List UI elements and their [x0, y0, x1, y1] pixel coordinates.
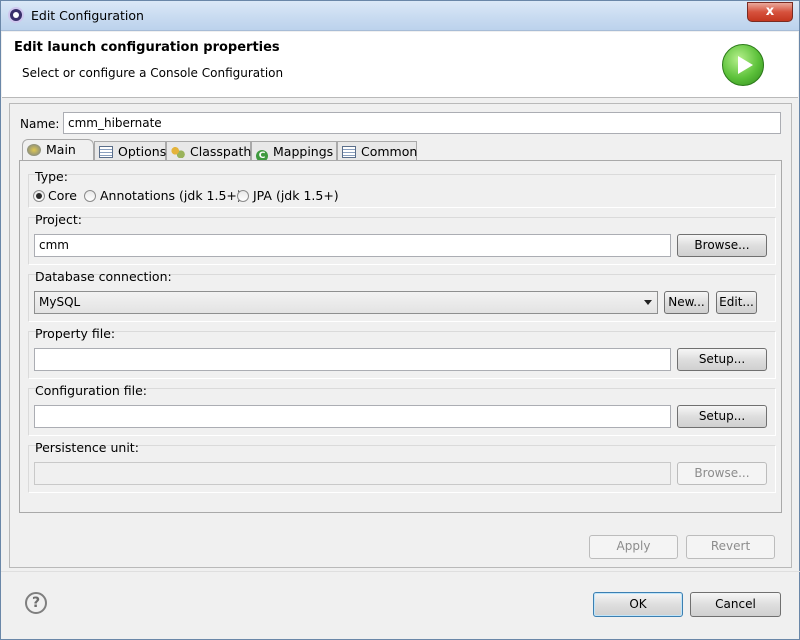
database-new-button[interactable]: New... — [664, 291, 709, 314]
cancel-button[interactable]: Cancel — [690, 592, 781, 617]
title-bar[interactable]: Edit Configuration x — [1, 1, 799, 31]
tab-label: Classpath — [190, 144, 252, 159]
footer-divider — [1, 571, 800, 572]
property-file-label: Property file: — [35, 326, 116, 341]
radio-jpa-label[interactable]: JPA (jdk 1.5+) — [253, 188, 339, 203]
run-icon — [722, 44, 764, 86]
database-edit-button[interactable]: Edit... — [716, 291, 757, 314]
edit-configuration-dialog: Edit Configuration x Edit launch configu… — [0, 0, 800, 640]
main-icon — [27, 144, 41, 156]
options-icon — [99, 146, 113, 158]
eclipse-icon — [8, 7, 24, 23]
revert-button[interactable]: Revert — [686, 535, 775, 559]
tab-mappings[interactable]: C Mappings — [251, 141, 337, 162]
type-label: Type: — [35, 169, 68, 184]
property-file-input[interactable] — [34, 348, 671, 371]
configuration-file-input[interactable] — [34, 405, 671, 428]
header-title: Edit launch configuration properties — [14, 40, 280, 55]
common-icon — [342, 146, 356, 158]
close-button[interactable]: x — [747, 2, 793, 22]
radio-jpa[interactable] — [237, 190, 249, 202]
ok-button[interactable]: OK — [593, 592, 683, 617]
dialog-header: Edit launch configuration properties Sel… — [2, 32, 798, 98]
tab-classpath[interactable]: Classpath — [166, 141, 251, 161]
apply-button[interactable]: Apply — [589, 535, 678, 559]
name-input[interactable]: cmm_hibernate — [63, 112, 781, 134]
tab-label: Options — [118, 144, 167, 159]
tab-main[interactable]: Main — [22, 139, 94, 161]
radio-core-label[interactable]: Core — [48, 188, 77, 203]
property-file-setup-button[interactable]: Setup... — [677, 348, 767, 371]
database-label: Database connection: — [35, 269, 172, 284]
tab-common[interactable]: Common — [337, 141, 417, 161]
radio-annotations-label[interactable]: Annotations (jdk 1.5+) — [100, 188, 242, 203]
project-input[interactable]: cmm — [34, 234, 671, 257]
tab-label: Main — [46, 142, 76, 157]
window-title: Edit Configuration — [31, 8, 144, 23]
tab-options[interactable]: Options — [94, 141, 166, 161]
header-subtitle: Select or configure a Console Configurat… — [22, 66, 284, 80]
project-browse-button[interactable]: Browse... — [677, 234, 767, 257]
chevron-down-icon — [644, 300, 652, 305]
tab-label: Mappings — [273, 144, 334, 159]
configuration-file-setup-button[interactable]: Setup... — [677, 405, 767, 428]
classpath-icon — [171, 146, 185, 158]
help-icon[interactable]: ? — [25, 592, 47, 614]
database-select[interactable]: MySQL — [34, 291, 658, 314]
persistence-browse-button: Browse... — [677, 462, 767, 485]
radio-annotations[interactable] — [84, 190, 96, 202]
configuration-file-label: Configuration file: — [35, 383, 147, 398]
name-label: Name: — [20, 117, 60, 131]
project-label: Project: — [35, 212, 82, 227]
radio-core[interactable] — [33, 190, 45, 202]
tab-label: Common — [361, 144, 418, 159]
persistence-unit-input — [34, 462, 671, 485]
database-selected: MySQL — [39, 295, 81, 309]
persistence-unit-label: Persistence unit: — [35, 440, 139, 455]
